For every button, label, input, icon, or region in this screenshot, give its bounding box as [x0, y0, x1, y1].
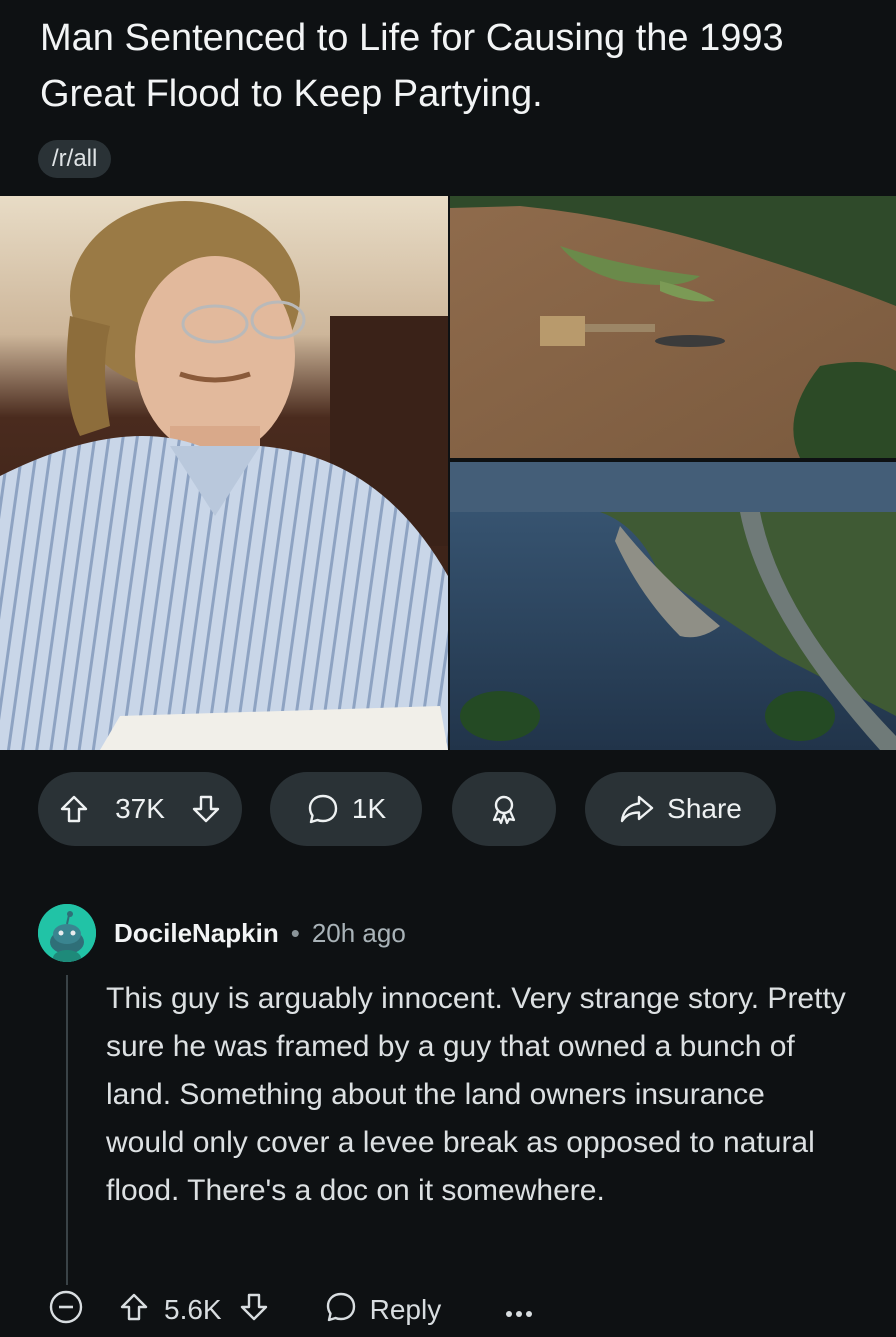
snoo-avatar-icon: [38, 904, 96, 962]
reply-button[interactable]: Reply: [324, 1290, 442, 1331]
post-image-gallery[interactable]: [0, 196, 896, 750]
comment-icon: [306, 792, 340, 826]
more-icon[interactable]: [505, 1294, 533, 1326]
upvote-icon[interactable]: [58, 793, 90, 825]
post-vote-group: 37K: [38, 772, 242, 846]
post-image: [0, 196, 896, 750]
subreddit-pill[interactable]: /r/all: [38, 140, 112, 178]
comment-upvote-icon[interactable]: [118, 1291, 150, 1330]
comment-count: 1K: [351, 793, 387, 824]
comment-downvote-icon[interactable]: [238, 1291, 270, 1330]
share-icon: [619, 793, 655, 825]
comment-meta: DocileNapkin • 20h ago: [114, 914, 406, 952]
award-icon: [487, 792, 521, 826]
collapse-icon[interactable]: [48, 1289, 84, 1332]
post-score: 37K: [115, 793, 165, 824]
share-button[interactable]: Share: [585, 772, 776, 846]
thread-line[interactable]: [66, 975, 68, 1285]
comment-score: 5.6K: [164, 1294, 222, 1325]
comment-author[interactable]: DocileNapkin: [114, 914, 279, 952]
reply-label: Reply: [369, 1294, 442, 1325]
post-title: Man Sentenced to Life for Causing the 19…: [40, 17, 784, 115]
meta-separator: •: [290, 918, 300, 948]
award-button[interactable]: [452, 772, 556, 846]
downvote-icon[interactable]: [190, 793, 222, 825]
reply-icon: [324, 1290, 358, 1331]
comment-timestamp: 20h ago: [311, 918, 406, 948]
comments-button[interactable]: 1K: [270, 772, 422, 846]
comment-actions: 5.6K Reply: [48, 1284, 533, 1336]
share-label: Share: [667, 793, 742, 824]
comment-body: This guy is arguably innocent. Very stra…: [106, 982, 846, 1207]
avatar[interactable]: [38, 904, 96, 962]
